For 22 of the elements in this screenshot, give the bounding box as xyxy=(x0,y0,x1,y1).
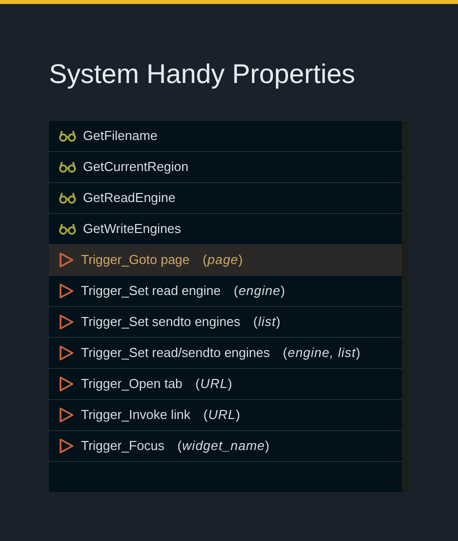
glasses-icon xyxy=(59,223,76,235)
play-icon xyxy=(59,407,74,423)
play-icon xyxy=(59,345,74,361)
property-item[interactable]: GetFilename xyxy=(49,121,402,152)
property-item[interactable]: Trigger_Open tab (URL) xyxy=(49,369,402,400)
play-icon xyxy=(59,376,74,392)
property-item[interactable]: Trigger_Set read engine (engine) xyxy=(49,276,402,307)
property-item[interactable]: GetReadEngine xyxy=(49,183,402,214)
glasses-icon xyxy=(59,192,76,204)
property-item[interactable]: Trigger_Goto page (page) xyxy=(49,245,402,276)
property-item[interactable]: Trigger_Set sendto engines (list) xyxy=(49,307,402,338)
page-title: System Handy Properties xyxy=(49,58,356,91)
property-item[interactable]: Trigger_Focus (widget_name) xyxy=(49,431,402,462)
property-item[interactable]: GetCurrentRegion xyxy=(49,152,402,183)
play-icon xyxy=(59,252,74,268)
glasses-icon xyxy=(59,130,76,142)
play-icon xyxy=(59,314,74,330)
glasses-icon xyxy=(59,161,76,173)
property-item[interactable]: Trigger_Invoke link (URL) xyxy=(49,400,402,431)
property-item[interactable]: Trigger_Set read/sendto engines (engine, list) xyxy=(49,338,402,369)
play-icon xyxy=(59,438,74,454)
play-icon xyxy=(59,283,74,299)
